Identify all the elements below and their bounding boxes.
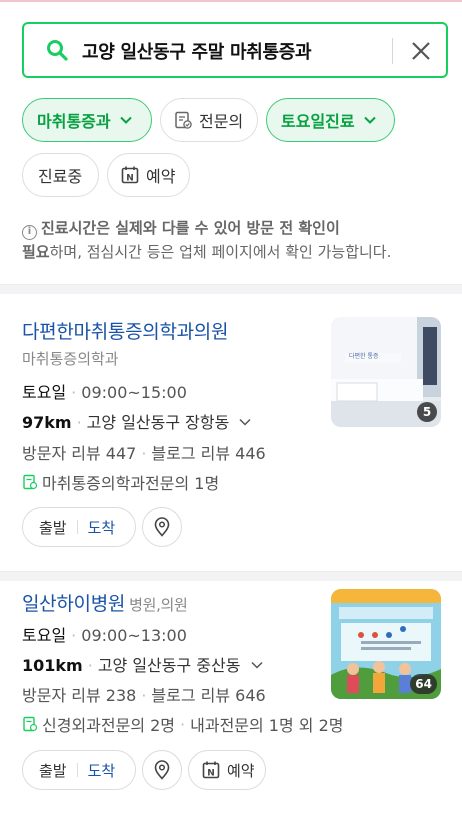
result-title[interactable]: 일산하이병원: [22, 593, 125, 615]
result-photo[interactable]: 다편한 통증 5: [331, 317, 441, 427]
section-divider: [0, 284, 462, 294]
result-day: 토요일: [22, 626, 67, 645]
document-icon: [175, 111, 192, 129]
visitor-reviews[interactable]: 방문자 리뷰 238: [22, 686, 136, 705]
filter-saturday[interactable]: 토요일진료: [266, 98, 395, 142]
svg-text:N: N: [207, 768, 215, 778]
result-category: 병원,의원: [129, 596, 188, 614]
result-day: 토요일: [22, 383, 67, 402]
section-divider: [0, 571, 462, 581]
result-location[interactable]: 101km · 고양 일산동구 중산동: [22, 652, 264, 676]
result-hours: 토요일 · 09:00~15:00: [22, 383, 187, 402]
filter-saturday-label: 토요일진료: [281, 112, 355, 131]
result-distance: 97km: [22, 413, 72, 432]
naver-booking-icon: N: [202, 761, 220, 779]
chevron-down-icon: [119, 116, 132, 124]
naver-booking-icon: N: [121, 166, 139, 183]
photo-count-badge: 5: [417, 402, 437, 422]
result-hours: 토요일 · 09:00~13:00: [22, 626, 187, 645]
result-time: 09:00~13:00: [81, 626, 187, 645]
notice-bold-2: 필요: [22, 243, 50, 261]
svg-text:다편한 통증: 다편한 통증: [349, 352, 379, 360]
search-bar[interactable]: 고양 일산동구 주말 마취통증과: [22, 22, 448, 78]
info-icon: i: [22, 225, 37, 240]
filter-open-now-label: 진료중: [38, 167, 83, 186]
result-card: 일산하이병원 병원,의원 토요일 · 09:00~13:00 101km · 고양 일산동…: [0, 582, 462, 815]
result-specialists: 신경외과전문의 2명 · 내과전문의 1명 외 2명: [22, 712, 344, 736]
route-button[interactable]: 출발 도착: [22, 750, 136, 790]
map-pin-icon: [154, 517, 170, 537]
filter-open-now[interactable]: 진료중: [22, 153, 99, 197]
reserve-label: 예약: [227, 761, 255, 780]
doctor-document-icon: [23, 474, 38, 490]
result-time: 09:00~15:00: [81, 383, 187, 402]
result-card: 다편한마취통증의학과의원 마취통증의학과 토요일 · 09:00~15:00 97k…: [0, 295, 462, 571]
result-title-row: 일산하이병원 병원,의원: [22, 589, 188, 616]
filter-specialist-label: 전문의: [199, 112, 244, 131]
chevron-down-icon: [363, 116, 376, 124]
chevron-down-icon: [239, 418, 251, 426]
top-accent-line: [0, 0, 462, 2]
route-button[interactable]: 출발 도착: [22, 507, 136, 547]
depart-label[interactable]: 출발: [39, 517, 67, 538]
result-reviews: 방문자 리뷰 447 · 블로그 리뷰 446: [22, 444, 266, 463]
search-divider: [392, 38, 393, 64]
result-address: 고양 일산동구 중산동: [97, 656, 241, 675]
result-reviews: 방문자 리뷰 238 · 블로그 리뷰 646: [22, 686, 266, 705]
specialist-extra: 내과전문의 1명 외 2명: [190, 716, 344, 735]
specialist-count: 마취통증의학과전문의 1명: [42, 474, 220, 493]
map-pin-button[interactable]: [142, 507, 182, 547]
result-address: 고양 일산동구 장항동: [86, 413, 230, 432]
result-location[interactable]: 97km · 고양 일산동구 장항동: [22, 409, 252, 433]
close-icon[interactable]: [408, 38, 434, 64]
blog-reviews[interactable]: 블로그 리뷰 446: [151, 444, 265, 463]
map-pin-button[interactable]: [142, 750, 182, 790]
svg-text:N: N: [126, 173, 134, 183]
reserve-button[interactable]: N 예약: [188, 750, 266, 790]
arrive-label[interactable]: 도착: [88, 517, 116, 538]
doctor-document-icon: [23, 716, 38, 732]
arrive-label[interactable]: 도착: [88, 760, 116, 781]
depart-label[interactable]: 출발: [39, 760, 67, 781]
specialist-count: 신경외과전문의 2명: [42, 716, 176, 735]
result-specialists: 마취통증의학과전문의 1명: [22, 470, 219, 494]
notice-bold-1: 진료시간은 실제와 다를 수 있어 방문 전 확인이: [41, 219, 340, 237]
search-icon[interactable]: [46, 39, 68, 61]
result-distance: 101km: [22, 656, 83, 675]
filter-reservation[interactable]: N 예약: [107, 153, 190, 197]
filter-department-label: 마취통증과: [37, 112, 111, 131]
notice-rest: 하며, 점심시간 등은 업체 페이지에서 확인 가능합니다.: [49, 243, 392, 261]
result-title[interactable]: 다편한마취통증의학과의원: [22, 317, 228, 344]
result-category: 마취통증의학과: [22, 350, 119, 368]
blog-reviews[interactable]: 블로그 리뷰 646: [151, 686, 265, 705]
result-photo[interactable]: 64: [331, 589, 441, 699]
photo-count-badge: 64: [410, 674, 437, 694]
map-pin-icon: [154, 760, 170, 780]
search-input[interactable]: 고양 일산동구 주말 마취통증과: [82, 38, 312, 64]
filter-reservation-label: 예약: [146, 167, 176, 186]
filter-department[interactable]: 마취통증과: [22, 98, 152, 142]
hours-notice: i 진료시간은 실제와 다를 수 있어 방문 전 확인이 필요하며, 점심시간 등…: [22, 216, 442, 264]
chevron-down-icon: [251, 661, 263, 669]
visitor-reviews[interactable]: 방문자 리뷰 447: [22, 444, 136, 463]
filter-specialist[interactable]: 전문의: [160, 98, 258, 142]
